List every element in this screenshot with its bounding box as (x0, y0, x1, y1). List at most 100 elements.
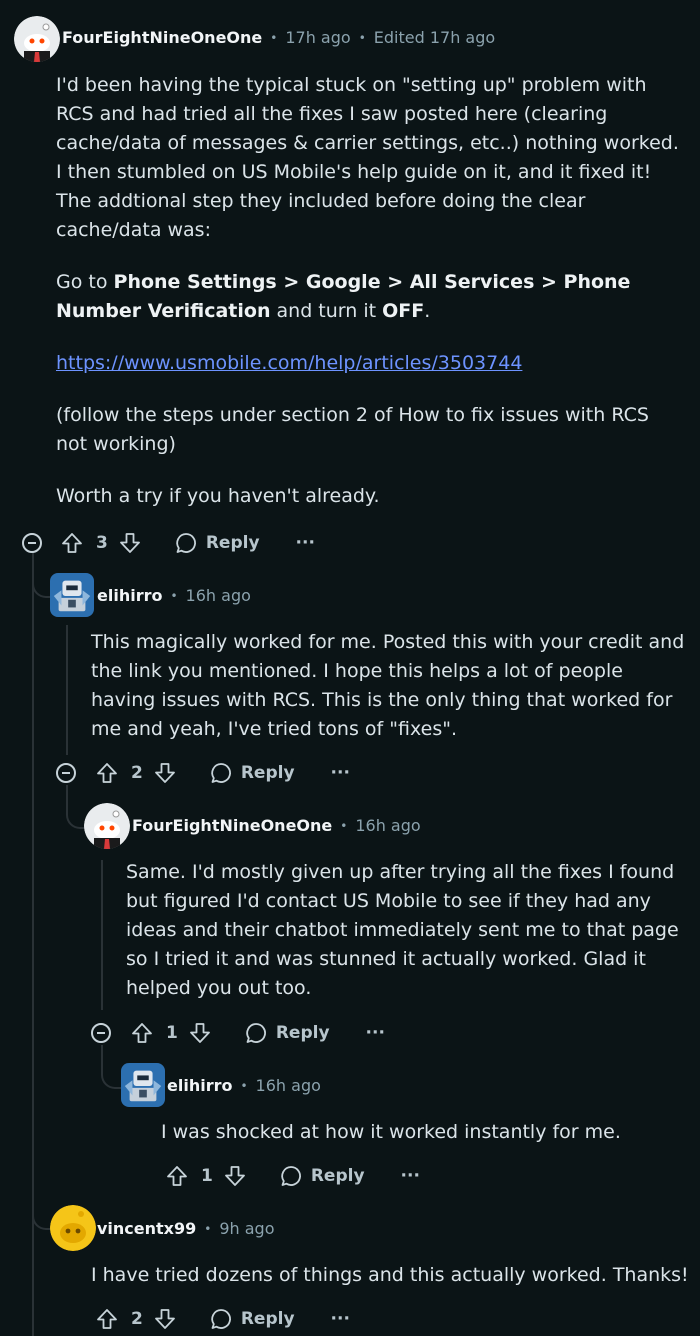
downvote-button[interactable] (153, 761, 177, 785)
reply-bubble-icon (209, 1307, 233, 1331)
comment-actions: 2 Reply ··· (95, 757, 350, 789)
overflow-dots-icon: ··· (330, 1309, 350, 1329)
link-paragraph: https://www.usmobile.com/help/articles/3… (56, 349, 686, 378)
reply-bubble-icon (279, 1164, 303, 1188)
upvote-icon (60, 531, 84, 555)
thread-line (101, 860, 103, 1010)
upvote-button[interactable] (130, 1021, 154, 1045)
upvote-button[interactable] (95, 1307, 119, 1331)
username[interactable]: FourEightNineOneOne (132, 816, 332, 835)
upvote-icon (95, 1307, 119, 1331)
reply-button[interactable]: Reply (209, 1307, 295, 1331)
bold-text: OFF (382, 300, 425, 322)
collapse-minus-icon[interactable] (56, 763, 76, 783)
separator-dot: • (204, 1221, 212, 1236)
comment-paragraph: Go to Phone Settings > Google > All Serv… (56, 268, 686, 326)
comment-actions: 2 Reply ··· (95, 1303, 350, 1335)
separator-dot: • (170, 588, 178, 603)
username[interactable]: vincentx99 (97, 1219, 196, 1238)
comment-body: This magically worked for me. Posted thi… (91, 631, 685, 740)
more-options-button[interactable]: ··· (401, 1166, 420, 1186)
text-fragment: Go to (56, 271, 114, 293)
reply-label: Reply (205, 533, 260, 553)
help-article-link[interactable]: https://www.usmobile.com/help/articles/3… (56, 352, 522, 374)
overflow-dots-icon: ··· (365, 1023, 385, 1043)
upvote-icon (130, 1021, 154, 1045)
avatar[interactable] (121, 1063, 165, 1107)
downvote-button[interactable] (118, 531, 142, 555)
comment-body: Same. I'd mostly given up after trying a… (126, 861, 679, 999)
comment-paragraph: (follow the steps under section 2 of How… (56, 404, 649, 455)
vote-count: 2 (131, 1309, 143, 1329)
separator-dot: • (340, 818, 348, 833)
timestamp: 16h ago (355, 816, 421, 835)
avatar[interactable] (84, 803, 130, 849)
downvote-icon (153, 1307, 177, 1331)
avatar[interactable] (50, 1205, 96, 1251)
reply-bubble-icon (209, 761, 233, 785)
thread-line (66, 625, 68, 755)
vote-count: 3 (96, 533, 108, 553)
reply-button[interactable]: Reply (244, 1021, 330, 1045)
upvote-icon (95, 761, 119, 785)
avatar[interactable] (14, 16, 60, 62)
comment-header: vincentx99 • 9h ago (97, 1219, 275, 1238)
comment-header: FourEightNineOneOne • 17h ago • Edited 1… (62, 28, 495, 47)
more-options-button[interactable]: ··· (331, 763, 350, 783)
comment-body: I was shocked at how it worked instantly… (161, 1121, 621, 1143)
thread-connector (101, 1045, 123, 1089)
reply-label: Reply (310, 1166, 365, 1186)
reply-label: Reply (240, 1309, 295, 1329)
downvote-button[interactable] (223, 1164, 247, 1188)
robot-avatar-icon (121, 1063, 165, 1107)
upvote-icon (165, 1164, 189, 1188)
snoo-avatar-icon (14, 16, 60, 62)
collapse-minus-icon[interactable] (91, 1023, 111, 1043)
text-fragment: . (424, 300, 431, 322)
downvote-icon (118, 531, 142, 555)
separator-dot: • (240, 1078, 248, 1093)
upvote-button[interactable] (95, 761, 119, 785)
comment-paragraph: I'd been having the typical stuck on "se… (56, 74, 679, 241)
username[interactable]: elihirro (167, 1076, 232, 1095)
reply-bubble-icon (174, 531, 198, 555)
comment-body: I'd been having the typical stuck on "se… (56, 71, 686, 511)
vote-count: 1 (166, 1023, 178, 1043)
reply-button[interactable]: Reply (279, 1164, 365, 1188)
upvote-button[interactable] (60, 531, 84, 555)
edited-label: Edited 17h ago (373, 28, 496, 47)
downvote-button[interactable] (188, 1021, 212, 1045)
yellow-snoo-avatar-icon (50, 1205, 96, 1251)
comment-header: elihirro • 16h ago (97, 586, 251, 605)
more-options-button[interactable]: ··· (331, 1309, 350, 1329)
more-options-button[interactable]: ··· (296, 533, 315, 553)
reply-button[interactable]: Reply (209, 761, 295, 785)
timestamp: 16h ago (255, 1076, 321, 1095)
downvote-icon (188, 1021, 212, 1045)
text-fragment: and turn it (270, 300, 383, 322)
downvote-button[interactable] (153, 1307, 177, 1331)
avatar[interactable] (50, 573, 94, 617)
comment-actions: 1 Reply ··· (165, 1160, 420, 1192)
reply-button[interactable]: Reply (174, 531, 260, 555)
collapse-minus-icon[interactable] (22, 533, 42, 553)
robot-avatar-icon (50, 573, 94, 617)
overflow-dots-icon: ··· (330, 763, 350, 783)
timestamp: 16h ago (185, 586, 251, 605)
timestamp: 17h ago (285, 28, 351, 47)
separator-dot: • (270, 30, 278, 45)
reply-bubble-icon (244, 1021, 268, 1045)
comment-body: I have tried dozens of things and this a… (91, 1264, 689, 1286)
thread-connector (32, 552, 54, 1230)
reply-label: Reply (240, 763, 295, 783)
username[interactable]: FourEightNineOneOne (62, 28, 262, 47)
comment-actions: 3 Reply ··· (60, 527, 315, 559)
downvote-icon (223, 1164, 247, 1188)
username[interactable]: elihirro (97, 586, 162, 605)
overflow-dots-icon: ··· (295, 533, 315, 553)
more-options-button[interactable]: ··· (366, 1023, 385, 1043)
upvote-button[interactable] (165, 1164, 189, 1188)
comment-paragraph: Worth a try if you haven't already. (56, 485, 380, 507)
vote-count: 1 (201, 1166, 213, 1186)
reply-label: Reply (275, 1023, 330, 1043)
